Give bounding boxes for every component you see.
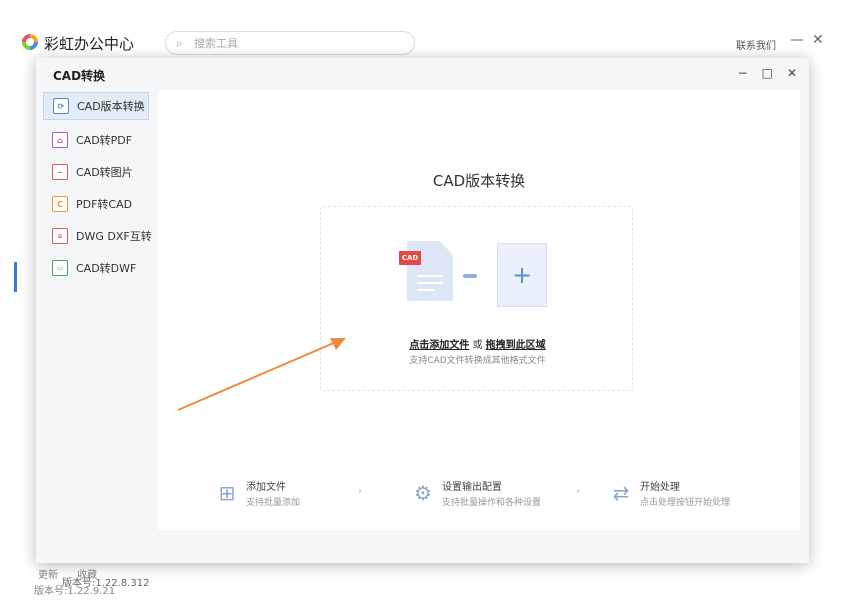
sidebar-item-label: PDF转CAD: [76, 198, 133, 211]
add-file-plus-button[interactable]: +: [497, 243, 547, 307]
step-start-process: ⇄ 开始处理 点击处理按钮开始处理: [608, 478, 730, 508]
app-close-button[interactable]: ✕: [812, 32, 824, 48]
main-content: CAD版本转换 CAD + 点击添加文件 或 拖拽到此区域 支持CAD文件转换成…: [158, 90, 800, 530]
search-placeholder: 搜索工具: [194, 37, 238, 50]
dialog-maximize-button[interactable]: □: [762, 66, 773, 80]
settings-icon: ⚙: [414, 481, 432, 505]
step-output-settings: ⚙ 设置输出配置 支持批量操作和各种设置: [410, 478, 541, 508]
update-link[interactable]: 更新: [38, 570, 58, 581]
doc-line: [417, 275, 443, 277]
step-title: 添加文件: [246, 482, 286, 493]
click-add-file-link[interactable]: 点击添加文件: [409, 340, 469, 351]
sidebar-item-cad-to-dwf[interactable]: ▭ CAD转DWF: [43, 254, 149, 282]
workflow-steps: ⊞ 添加文件 支持批量添加 › ⚙ 设置输出配置 支持批量操作和各种设置 › ⇄…: [158, 478, 800, 518]
doc-line: [417, 282, 443, 284]
dialog-minimize-button[interactable]: −: [738, 66, 748, 80]
sidebar-item-cad-to-pdf[interactable]: ⌂ CAD转PDF: [43, 126, 149, 154]
sidebar-item-cad-version[interactable]: ⟳ CAD版本转换: [43, 92, 149, 120]
dialog-close-button[interactable]: ✕: [787, 66, 797, 80]
refresh-doc-icon: ⟳: [53, 98, 69, 114]
app-active-indicator: [14, 262, 17, 292]
drop-or-text: 或: [469, 340, 486, 351]
cad-doc-icon: C: [52, 196, 68, 212]
file-drop-zone[interactable]: CAD + 点击添加文件 或 拖拽到此区域 支持CAD文件转换成其他格式文件: [320, 206, 633, 391]
step-title: 开始处理: [640, 482, 680, 493]
cad-tag-icon: CAD: [399, 251, 421, 265]
drag-here-text: 拖拽到此区域: [485, 340, 546, 351]
step-text: 添加文件 支持批量添加: [246, 478, 300, 508]
step-separator-icon: ›: [358, 486, 362, 497]
app-header: 彩虹办公中心 ⌕ 搜索工具 联系我们 — ✕: [0, 0, 842, 62]
convert-arrow-icon: [463, 274, 477, 278]
sidebar: ⟳ CAD版本转换 ⌂ CAD转PDF ~ CAD转图片 C PDF转CAD ≡…: [36, 90, 158, 589]
sidebar-item-dwg-dxf[interactable]: ≡ DWG DXF互转: [43, 222, 152, 250]
search-icon: ⌕: [176, 36, 183, 50]
doc-line: [417, 289, 435, 291]
process-icon: ⇄: [612, 481, 630, 505]
app-title: 彩虹办公中心: [44, 35, 135, 53]
step-desc: 支持批量操作和各种设置: [442, 498, 542, 508]
dialog-controls: − □ ✕: [738, 66, 797, 80]
step-desc: 点击处理按钮开始处理: [640, 498, 731, 508]
sidebar-item-label: DWG DXF互转: [76, 230, 152, 243]
step-add-file: ⊞ 添加文件 支持批量添加: [214, 478, 300, 508]
step-desc: 支持批量添加: [246, 498, 301, 508]
step-text: 设置输出配置 支持批量操作和各种设置: [442, 478, 541, 508]
step-title: 设置输出配置: [442, 482, 502, 493]
contact-link[interactable]: 联系我们: [736, 37, 776, 52]
dialog-version: 版本号:1.22.8.312: [62, 578, 150, 589]
cad-convert-dialog: CAD转换 − □ ✕ ⟳ CAD版本转换 ⌂ CAD转PDF ~ CAD转图片…: [36, 58, 809, 589]
sidebar-item-label: CAD转DWF: [76, 262, 137, 275]
search-box[interactable]: ⌕ 搜索工具: [165, 31, 415, 55]
drop-instructions: 点击添加文件 或 拖拽到此区域: [321, 336, 634, 351]
sidebar-item-label: CAD转图片: [76, 166, 133, 179]
app-minimize-button[interactable]: —: [790, 32, 804, 48]
dwg-doc-icon: ≡: [52, 228, 68, 244]
page-title: CAD版本转换: [432, 172, 526, 190]
app-logo-icon: [22, 34, 38, 50]
document-icon: [407, 241, 453, 301]
sidebar-item-label: CAD转PDF: [76, 134, 133, 147]
image-doc-icon: ~: [52, 164, 68, 180]
sidebar-item-pdf-to-cad[interactable]: C PDF转CAD: [43, 190, 149, 218]
pdf-doc-icon: ⌂: [52, 132, 68, 148]
drop-subtitle: 支持CAD文件转换成其他格式文件: [409, 356, 546, 366]
sidebar-item-label: CAD版本转换: [77, 100, 145, 113]
step-separator-icon: ›: [576, 486, 580, 497]
dialog-title: CAD转换: [53, 69, 106, 83]
dwf-doc-icon: ▭: [52, 260, 68, 276]
add-file-icon: ⊞: [218, 481, 236, 505]
step-text: 开始处理 点击处理按钮开始处理: [640, 478, 730, 508]
dialog-titlebar: CAD转换 − □ ✕: [36, 58, 809, 90]
sidebar-item-cad-to-image[interactable]: ~ CAD转图片: [43, 158, 149, 186]
